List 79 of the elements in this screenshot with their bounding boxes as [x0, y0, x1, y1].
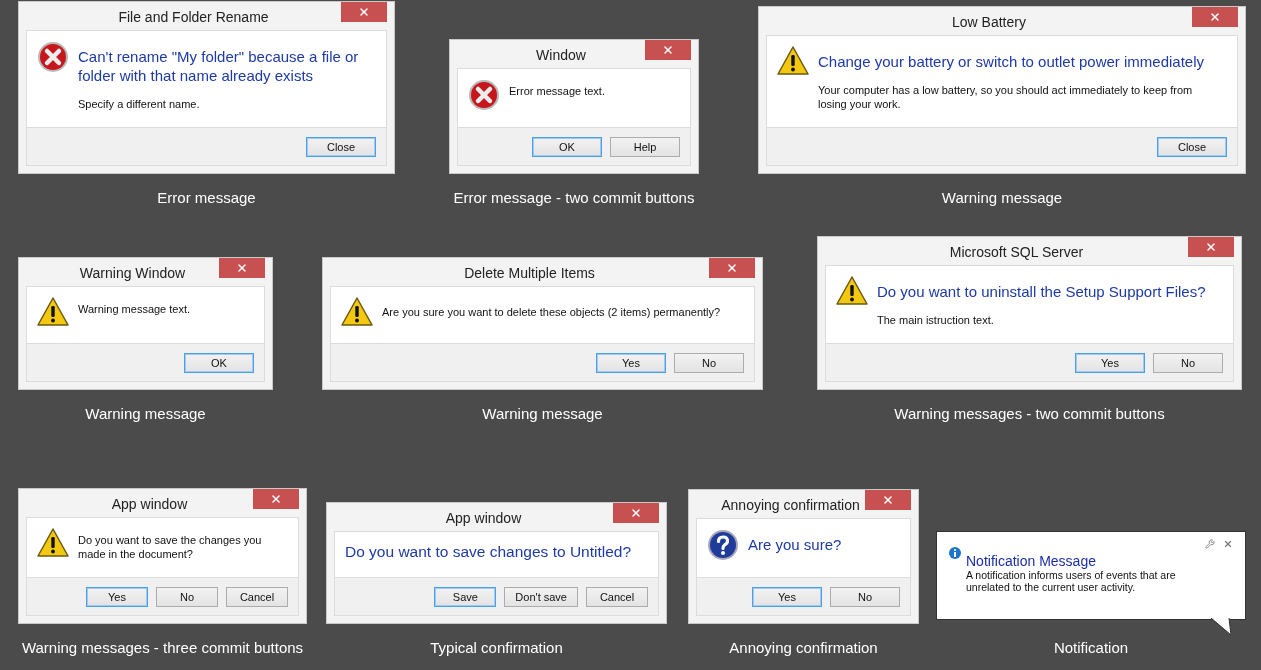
message-text: Specify a different name. — [78, 97, 201, 111]
warning-icon — [836, 276, 868, 306]
dialog-button[interactable]: Yes — [752, 587, 822, 607]
notification-text: A notification informs users of events that are unrelated to the current user activity. — [966, 569, 1177, 593]
main-instruction: Are you sure? — [748, 535, 842, 554]
close-icon[interactable] — [1223, 539, 1233, 549]
main-instruction: Can't rename "My folder" because a file or folder with that name already exists — [78, 47, 360, 85]
main-instruction: Do you want to uninstall the Setup Support Files? — [877, 282, 1206, 301]
close-button[interactable] — [1192, 7, 1238, 27]
window-title: File and Folder Rename — [117, 8, 270, 27]
close-button[interactable] — [709, 258, 755, 278]
wrench-icon[interactable] — [1205, 539, 1215, 549]
question-icon — [707, 529, 739, 561]
example-caption: Typical confirmation — [430, 638, 563, 658]
close-icon — [270, 493, 282, 505]
message-text: Warning message text. — [78, 302, 191, 316]
message-text: Do you want to save the changes you made in the document? — [78, 533, 263, 561]
dialog-button[interactable]: No — [674, 353, 744, 373]
close-icon — [1209, 11, 1221, 23]
dialog-button[interactable]: Yes — [596, 353, 666, 373]
close-icon — [630, 507, 642, 519]
dialog-button[interactable]: Close — [306, 137, 376, 157]
message-text: Are you sure you want to delete these objects (2 items) permanently? — [382, 305, 721, 319]
window-title: App window — [444, 509, 523, 528]
warning-icon — [777, 46, 809, 76]
example-caption: Notification — [1053, 638, 1129, 658]
example-caption: Error message — [157, 188, 256, 208]
dialog-button[interactable]: Yes — [86, 587, 148, 607]
error-icon — [468, 79, 500, 111]
dialog-button[interactable]: OK — [184, 353, 254, 373]
window-title: Delete Multiple Items — [463, 264, 596, 283]
close-button[interactable] — [613, 503, 659, 523]
dialog-button[interactable]: No — [830, 587, 900, 607]
message-text: Error message text. — [509, 84, 605, 98]
main-instruction: Change your battery or switch to outlet power immediately — [818, 52, 1205, 71]
close-icon — [662, 44, 674, 56]
error-icon — [37, 41, 69, 73]
notification-title: Notification Message — [966, 553, 1097, 569]
dialog-button[interactable]: OK — [532, 137, 602, 157]
window-title: App window — [110, 495, 189, 514]
warning-icon — [341, 297, 373, 327]
dialog-button[interactable]: Don't save — [504, 587, 578, 607]
example-caption: Warning message — [85, 404, 206, 424]
window-title: Annoying confirmation — [720, 496, 861, 515]
close-icon — [1205, 241, 1217, 253]
close-icon — [358, 6, 370, 18]
info-icon — [949, 547, 961, 559]
window-title: Window — [535, 46, 587, 65]
dialog-button[interactable]: No — [1153, 353, 1223, 373]
example-caption: Warning messages - two commit buttons — [894, 404, 1165, 424]
example-caption: Error message - two commit buttons — [453, 188, 695, 208]
message-text: The main istruction text. — [877, 313, 995, 327]
example-caption: Warning messages - three commit buttons — [21, 638, 304, 658]
dialog-button[interactable]: No — [156, 587, 218, 607]
close-button[interactable] — [865, 490, 911, 510]
close-button[interactable] — [253, 489, 299, 509]
window-title: Warning Window — [78, 264, 187, 283]
close-icon — [236, 262, 248, 274]
warning-icon — [37, 297, 69, 327]
close-button[interactable] — [645, 40, 691, 60]
example-caption: Warning message — [941, 188, 1063, 208]
window-title: Low Battery — [951, 13, 1027, 32]
close-button[interactable] — [219, 258, 265, 278]
window-title: Microsoft SQL Server — [948, 243, 1085, 262]
close-icon — [882, 494, 894, 506]
dialog-button[interactable]: Cancel — [586, 587, 648, 607]
example-caption: Warning message — [482, 404, 603, 424]
example-caption: Annoying confirmation — [729, 638, 878, 658]
dialog-button[interactable]: Help — [610, 137, 680, 157]
close-button[interactable] — [1188, 237, 1234, 257]
warning-icon — [37, 528, 69, 558]
main-instruction: Do you want to save changes to Untitled? — [345, 542, 632, 561]
close-button[interactable] — [341, 2, 387, 22]
dialog-button[interactable]: Cancel — [226, 587, 288, 607]
close-icon — [726, 262, 738, 274]
dialog-button[interactable]: Close — [1157, 137, 1227, 157]
message-text: Your computer has a low battery, so you should act immediately to keep from losing your work. — [818, 83, 1194, 111]
dialog-button[interactable]: Yes — [1075, 353, 1145, 373]
dialog-button[interactable]: Save — [434, 587, 497, 607]
